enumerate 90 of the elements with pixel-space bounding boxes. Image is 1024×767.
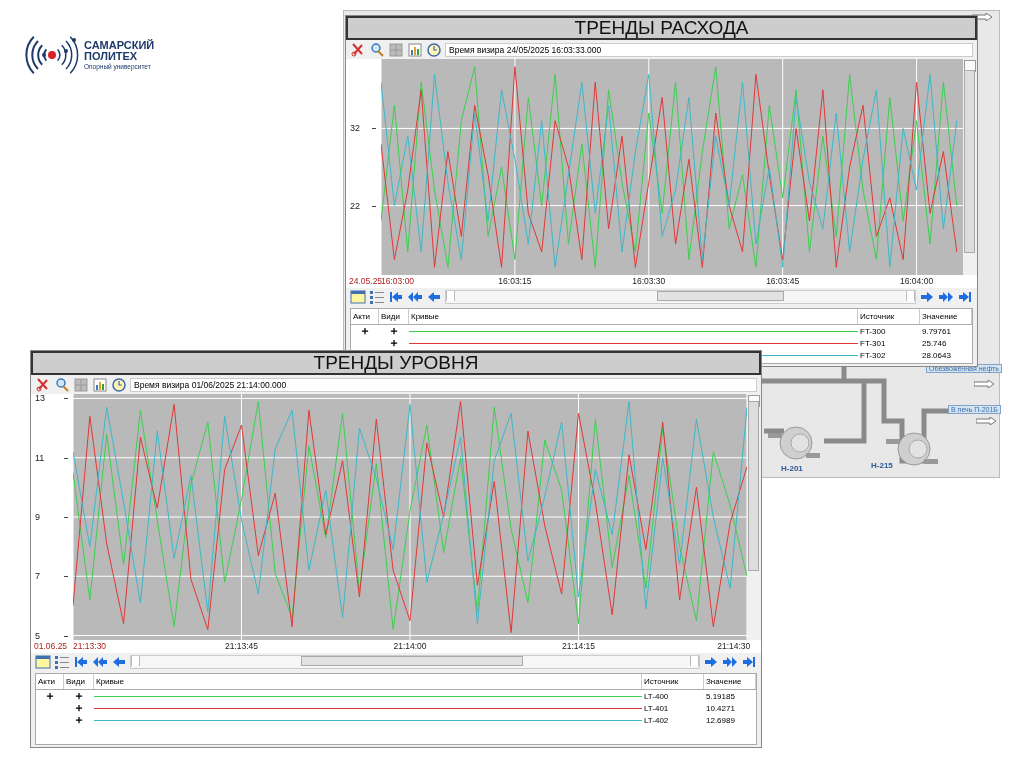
time-label: 16:04:00 [900, 276, 934, 286]
scissors-icon[interactable] [35, 376, 51, 393]
cursor-time-field[interactable]: Время визира 24/05/2025 16:03:33.000 [445, 42, 973, 57]
table-cell-text: LT-401 [643, 703, 670, 713]
first-icon[interactable] [388, 289, 404, 305]
table-cell-text: 5.19185 [705, 691, 736, 701]
back-icon[interactable] [426, 289, 442, 305]
fast-forward-icon[interactable] [722, 654, 738, 670]
column-header: Кривые [94, 674, 642, 689]
list-icon[interactable] [369, 289, 385, 305]
axis-label: 7 [35, 571, 40, 582]
logo-title: САМАРСКИЙ [84, 39, 155, 51]
time-label: 16:03:30 [632, 276, 666, 286]
scrollbar-thumb[interactable] [657, 291, 784, 301]
time-label: 21:14:15 [561, 641, 596, 651]
forward-icon[interactable] [919, 289, 935, 305]
chart-icon[interactable] [407, 41, 423, 58]
column-header: Значение [920, 309, 972, 324]
scrollbar-thumb[interactable] [748, 401, 759, 572]
table-cell-text: 10.4271 [705, 703, 736, 713]
arrow-icon [974, 380, 994, 388]
axis-label: 13 [35, 393, 45, 404]
scrollbar-thumb[interactable] [964, 69, 975, 254]
list-icon[interactable] [54, 654, 70, 670]
axis-label: 22 [350, 200, 360, 211]
axis-label: 5 [35, 630, 40, 641]
time-label: 16:03:00 [381, 276, 415, 286]
back-icon[interactable] [111, 654, 127, 670]
table-cell-text: 12.6989 [705, 715, 736, 725]
time-label: 16:03:45 [766, 276, 800, 286]
column-header: Види [379, 309, 409, 324]
scrollbar-thumb[interactable] [301, 656, 523, 666]
plus-icon[interactable] [45, 691, 55, 701]
table-cell-text: LT-402 [643, 715, 670, 725]
zoom-icon[interactable] [54, 376, 70, 393]
chart-icon[interactable] [92, 376, 108, 393]
fast-forward-icon[interactable] [938, 289, 954, 305]
axis-label: 32 [350, 123, 360, 134]
plus-icon[interactable] [74, 715, 84, 725]
pump-label: Н-215 [871, 461, 893, 470]
pump-label: Н-201 [781, 464, 803, 473]
table-cell-text: 25.746 [921, 338, 948, 348]
pump-icon [768, 426, 820, 460]
arrow-icon [972, 13, 992, 21]
first-icon[interactable] [73, 654, 89, 670]
table-cell-text: 28.0643 [921, 350, 952, 360]
forward-icon[interactable] [703, 654, 719, 670]
logo-title: ПОЛИТЕХ [84, 50, 139, 62]
column-header: Источник [642, 674, 704, 689]
scrollbar[interactable] [445, 290, 916, 304]
plus-icon[interactable] [360, 326, 370, 336]
cursor-time-field[interactable]: Время визира 01/06/2025 21:14:00.000 [130, 377, 757, 392]
scissors-icon[interactable] [350, 41, 366, 58]
column-header: Види [64, 674, 94, 689]
column-header: Значение [704, 674, 756, 689]
zoom-icon[interactable] [369, 41, 385, 58]
clock-icon[interactable] [426, 41, 442, 58]
table-cell-text: FT-302 [859, 350, 887, 360]
date-label: 01.06.25 [34, 641, 68, 651]
table-cell-text: LT-400 [643, 691, 670, 701]
column-header: Акти [36, 674, 64, 689]
column-header: Источник [858, 309, 920, 324]
window-icon[interactable] [35, 654, 51, 670]
table-cell-text: FT-300 [859, 326, 887, 336]
plus-icon[interactable] [389, 326, 399, 336]
time-label: 21:14:30 [717, 641, 751, 651]
date-label: 24.05.25 [349, 276, 383, 286]
window-title: ТРЕНДЫ УРОВНЯ [31, 351, 761, 375]
plus-icon[interactable] [74, 691, 84, 701]
arrow-icon [976, 417, 996, 425]
scrollbar[interactable] [130, 655, 700, 669]
column-header: Акти [351, 309, 379, 324]
last-icon[interactable] [957, 289, 973, 305]
time-label: 16:03:15 [498, 276, 532, 286]
window-title: ТРЕНДЫ РАСХОДА [346, 16, 977, 40]
grid-icon[interactable] [388, 41, 404, 58]
axis-label: 9 [35, 512, 40, 522]
plus-icon[interactable] [389, 338, 399, 348]
time-label: 21:13:45 [224, 641, 259, 651]
table-cell-text: 9.79761 [921, 326, 952, 336]
plus-icon[interactable] [74, 703, 84, 713]
clock-icon[interactable] [111, 376, 127, 393]
last-icon[interactable] [741, 654, 757, 670]
time-label: 21:13:30 [73, 641, 107, 651]
time-label: 21:14:00 [393, 641, 427, 651]
axis-label: 11 [35, 452, 45, 463]
grid-icon[interactable] [73, 376, 89, 393]
window-icon[interactable] [350, 289, 366, 305]
table-cell-text: FT-301 [859, 338, 887, 348]
column-header: Кривые [409, 309, 858, 324]
